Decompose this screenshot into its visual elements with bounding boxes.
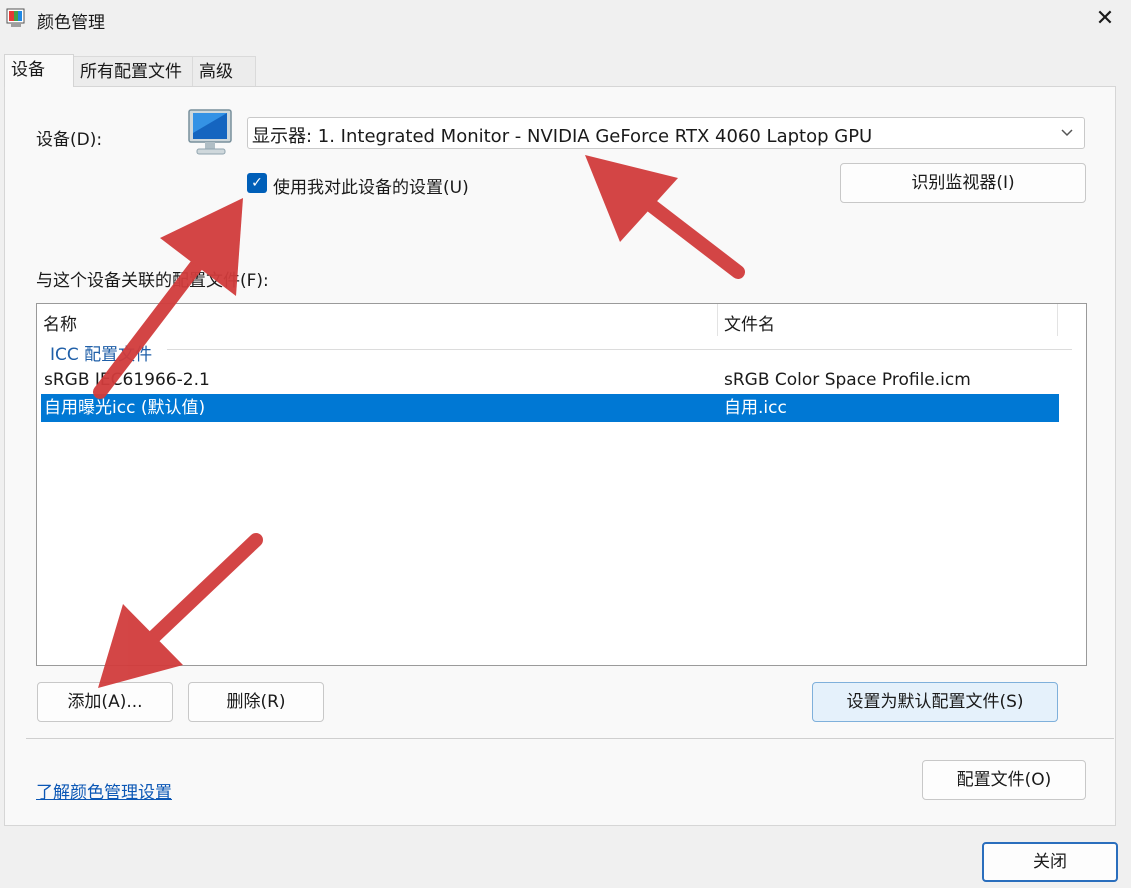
title-bar xyxy=(0,0,1131,40)
column-separator[interactable] xyxy=(1057,304,1058,336)
color-management-app-icon xyxy=(6,7,28,29)
use-my-settings-checkbox[interactable]: ✓ xyxy=(247,173,267,193)
row-name: sRGB IEC61966-2.1 xyxy=(44,370,210,390)
identify-monitors-button[interactable]: 识别监视器(I) xyxy=(840,163,1086,203)
tab-advanced[interactable]: 高级 xyxy=(192,56,256,86)
close-button[interactable]: 关闭 xyxy=(982,842,1118,882)
associated-profiles-label: 与这个设备关联的配置文件(F): xyxy=(36,271,269,291)
column-header-filename[interactable]: 文件名 xyxy=(724,310,775,335)
tab-all-profiles[interactable]: 所有配置文件 xyxy=(73,56,193,86)
learn-color-settings-link[interactable]: 了解颜色管理设置 xyxy=(36,778,172,803)
group-divider xyxy=(167,349,1072,350)
section-divider xyxy=(26,738,1114,739)
group-header-icc: ICC 配置文件 xyxy=(50,345,153,365)
table-row[interactable]: sRGB IEC61966-2.1 sRGB Color Space Profi… xyxy=(41,366,1059,394)
device-select[interactable]: 显示器: 1. Integrated Monitor - NVIDIA GeFo… xyxy=(247,117,1085,149)
remove-profile-button[interactable]: 删除(R) xyxy=(188,682,324,722)
row-filename: sRGB Color Space Profile.icm xyxy=(724,370,971,390)
chevron-down-icon xyxy=(1060,122,1074,148)
column-header-name[interactable]: 名称 xyxy=(43,310,77,335)
set-default-profile-button[interactable]: 设置为默认配置文件(S) xyxy=(812,682,1058,722)
column-separator[interactable] xyxy=(717,304,718,336)
tab-device[interactable]: 设备 xyxy=(4,54,74,87)
use-my-settings-label: 使用我对此设备的设置(U) xyxy=(273,178,469,198)
device-select-value: 显示器: 1. Integrated Monitor - NVIDIA GeFo… xyxy=(252,126,873,147)
profiles-list[interactable]: 名称 文件名 ICC 配置文件 sRGB IEC61966-2.1 sRGB C… xyxy=(36,303,1087,666)
table-row-selected[interactable]: 自用曝光icc (默认值) 自用.icc xyxy=(41,394,1059,422)
monitor-icon xyxy=(187,108,235,158)
row-name: 自用曝光icc (默认值) xyxy=(44,398,206,418)
device-label: 设备(D): xyxy=(36,130,103,150)
window-title: 颜色管理 xyxy=(37,13,105,33)
row-filename: 自用.icc xyxy=(724,398,787,418)
profiles-button[interactable]: 配置文件(O) xyxy=(922,760,1086,800)
add-profile-button[interactable]: 添加(A)... xyxy=(37,682,173,722)
close-window-icon[interactable]: ✕ xyxy=(1090,4,1120,34)
